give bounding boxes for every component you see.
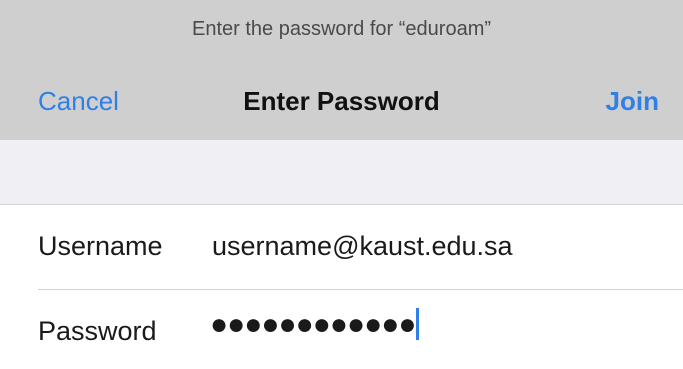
username-label: Username <box>38 231 163 261</box>
password-row[interactable]: Password ●●●●●●●●●●●● <box>0 290 683 369</box>
password-dots: ●●●●●●●●●●●● <box>210 308 416 341</box>
section-spacer <box>0 140 683 205</box>
join-button[interactable]: Join <box>606 86 659 117</box>
dialog-header: Enter the password for “eduroam” Cancel … <box>0 0 683 140</box>
password-label: Password <box>38 316 157 346</box>
username-field[interactable]: username@kaust.edu.sa <box>212 231 513 262</box>
text-cursor <box>416 308 420 341</box>
cancel-button[interactable]: Cancel <box>38 86 119 117</box>
password-dialog: Enter the password for “eduroam” Cancel … <box>0 0 683 369</box>
network-prompt: Enter the password for “eduroam” <box>191 18 492 40</box>
username-row[interactable]: Username username@kaust.edu.sa <box>0 205 683 289</box>
password-field[interactable]: ●●●●●●●●●●●● <box>210 308 420 342</box>
